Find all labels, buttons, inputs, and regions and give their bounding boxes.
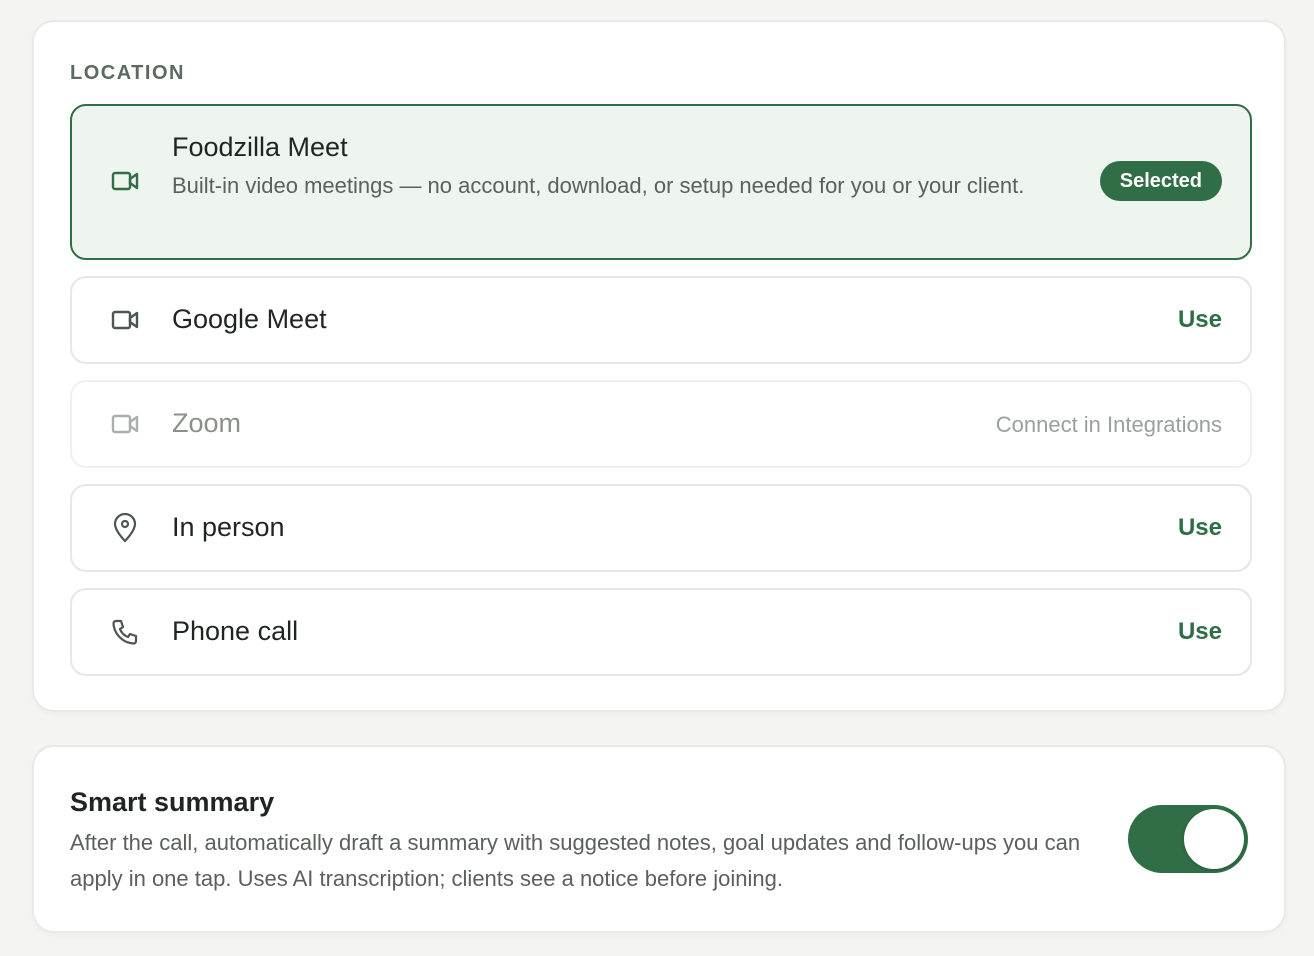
use-button[interactable]: Use xyxy=(1178,618,1222,646)
option-description: Built-in video meetings — no account, do… xyxy=(172,173,1025,198)
option-title: In person xyxy=(172,512,285,542)
use-button[interactable]: Use xyxy=(1178,306,1222,334)
video-camera-icon xyxy=(110,409,140,439)
video-camera-icon xyxy=(110,166,140,196)
option-title: Phone call xyxy=(172,616,299,646)
video-camera-icon xyxy=(110,305,140,335)
location-option-foodzilla-meet[interactable]: Foodzilla Meet Built-in video meetings —… xyxy=(70,104,1252,260)
option-title: Zoom xyxy=(172,408,242,438)
map-pin-icon xyxy=(110,513,140,543)
location-option-phone-call[interactable]: Phone call Use xyxy=(70,588,1252,676)
connect-integrations-link[interactable]: Connect in Integrations xyxy=(996,412,1222,438)
smart-summary-title: Smart summary xyxy=(70,787,275,817)
use-button[interactable]: Use xyxy=(1178,514,1222,542)
option-title: Google Meet xyxy=(172,304,327,334)
location-option-zoom: Zoom Connect in Integrations xyxy=(70,380,1252,468)
toggle-knob xyxy=(1184,809,1244,869)
smart-summary-description: After the call, automatically draft a su… xyxy=(70,830,1081,891)
phone-icon xyxy=(110,617,140,647)
smart-summary-card: Smart summary After the call, automatica… xyxy=(32,745,1286,933)
location-option-in-person[interactable]: In person Use xyxy=(70,484,1252,572)
option-title: Foodzilla Meet xyxy=(172,132,348,162)
smart-summary-toggle[interactable] xyxy=(1128,805,1248,873)
selected-badge: Selected xyxy=(1099,161,1222,201)
location-option-google-meet[interactable]: Google Meet Use xyxy=(70,276,1252,364)
location-card: LOCATION Foodzilla Meet Built-in video m… xyxy=(32,20,1286,712)
location-section-label: LOCATION xyxy=(70,62,185,84)
